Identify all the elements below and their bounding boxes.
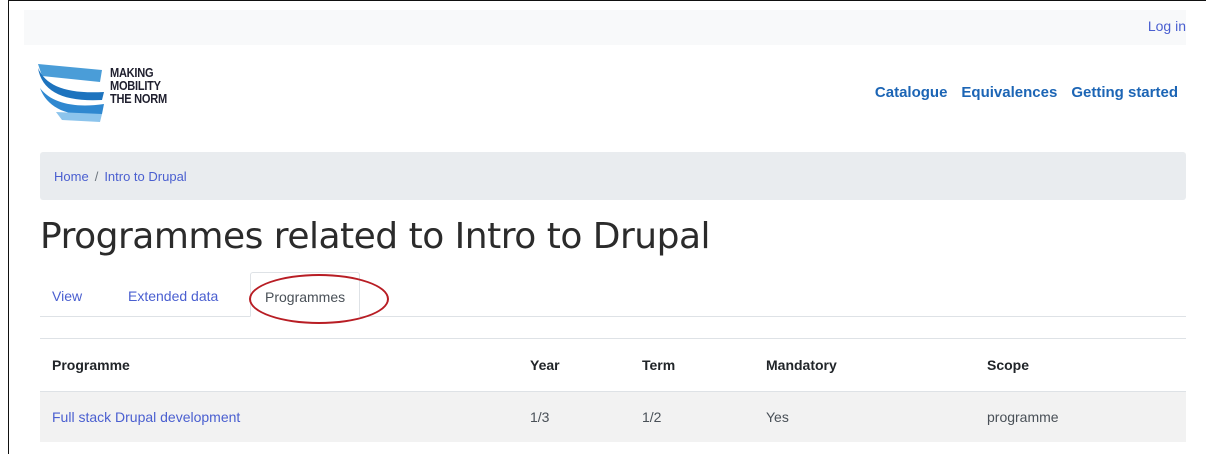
frame-border-top [8,0,1206,1]
column-header-scope: Scope [987,338,1186,392]
table-header-row: Programme Year Term Mandatory Scope [40,338,1186,392]
nav-getting-started[interactable]: Getting started [1071,84,1178,101]
nav-catalogue[interactable]: Catalogue [875,84,948,101]
column-header-year: Year [530,338,642,392]
breadcrumb-separator: / [94,168,99,184]
programme-link[interactable]: Full stack Drupal development [52,409,240,425]
tab-extended-data[interactable]: Extended data [128,288,218,304]
breadcrumb-current[interactable]: Intro to Drupal [104,169,186,184]
column-header-programme: Programme [40,338,530,392]
logo-line: THE NORM [110,91,167,106]
breadcrumb-home[interactable]: Home [54,169,89,184]
top-bar: Log in [24,10,1186,45]
tab-programmes[interactable]: Programmes [250,272,361,317]
tab-view[interactable]: View [52,288,82,304]
table-row: Full stack Drupal development 1/3 1/2 Ye… [40,391,1186,442]
main-navigation: Catalogue Equivalences Getting started [875,84,1178,101]
cell-term: 1/2 [642,391,766,442]
breadcrumb: Home / Intro to Drupal [40,152,1186,200]
page-title: Programmes related to Intro to Drupal [40,216,711,257]
column-header-term: Term [642,338,766,392]
programmes-table: Programme Year Term Mandatory Scope Full… [40,338,1186,442]
login-link[interactable]: Log in [1148,18,1186,34]
frame-border-left [8,0,9,454]
local-tabs: View Extended data Programmes [40,272,1186,317]
cell-programme: Full stack Drupal development [40,391,530,442]
cell-year: 1/3 [530,391,642,442]
logo-wordmark: MAKING MOBILITY THE NORM [110,66,167,105]
cell-mandatory: Yes [766,391,987,442]
nav-equivalences[interactable]: Equivalences [961,84,1057,101]
column-header-mandatory: Mandatory [766,338,987,392]
cell-scope: programme [987,391,1186,442]
